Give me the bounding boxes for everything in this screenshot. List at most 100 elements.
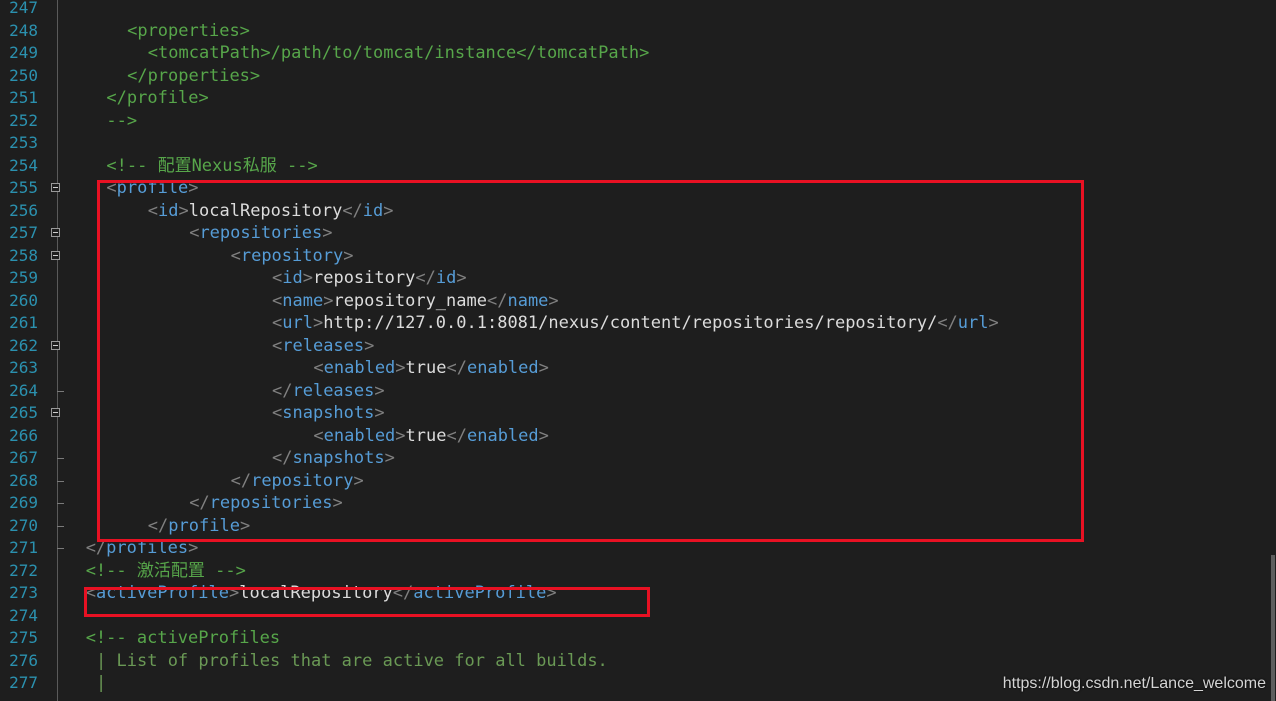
code-line[interactable]: 263 <enabled>true</enabled> — [0, 357, 1276, 380]
code-line[interactable]: 253 — [0, 132, 1276, 155]
code-text[interactable]: </profile> — [148, 515, 250, 538]
code-text[interactable]: <tomcatPath>/path/to/tomcat/instance</to… — [148, 42, 650, 65]
code-text[interactable]: <name>repository_name</name> — [272, 290, 559, 313]
code-text[interactable]: </profiles> — [86, 537, 199, 560]
code-token: <tomcatPath>/path/to/tomcat/instance</to… — [147, 43, 650, 63]
code-line[interactable]: 260 <name>repository_name</name> — [0, 290, 1276, 313]
code-token: > — [395, 358, 406, 378]
code-token: </ — [189, 493, 210, 513]
code-editor[interactable]: 247 248 <properties> 249 <tomcatPath>/path/t… — [0, 0, 1276, 701]
code-text[interactable]: <repository> — [231, 245, 354, 268]
code-token: repository — [251, 470, 354, 491]
code-token: snapshots — [282, 403, 375, 423]
code-line[interactable]: 276 | List of profiles that are active fo… — [0, 650, 1276, 673]
code-token: <!-- 配置Nexus私服 --> — [106, 155, 318, 176]
code-line[interactable]: 264 </releases> — [0, 380, 1276, 403]
code-token: <!-- activeProfiles — [85, 628, 281, 648]
code-text[interactable]: <url>http://127.0.0.1:8081/nexus/content… — [272, 312, 999, 335]
code-token: </ — [147, 515, 169, 536]
code-text[interactable]: <profile> — [106, 177, 198, 200]
code-token: name — [507, 290, 549, 311]
scrollbar-thumb[interactable] — [1271, 555, 1275, 701]
code-token: localRepository — [239, 583, 393, 603]
line-number: 260 — [9, 290, 38, 310]
code-line[interactable]: 265 <snapshots> — [0, 402, 1276, 425]
code-text[interactable]: <repositories> — [189, 222, 332, 245]
vertical-scrollbar[interactable] — [1270, 0, 1276, 701]
code-line[interactable]: 256 <id>localRepository</id> — [0, 200, 1276, 223]
line-number: 249 — [9, 43, 38, 62]
code-token: </ — [415, 268, 436, 288]
code-line[interactable]: 275 <!-- activeProfiles — [0, 627, 1276, 650]
code-text[interactable]: <id>localRepository</id> — [148, 200, 394, 223]
fold-collapse-icon[interactable] — [51, 408, 60, 417]
code-token: > — [538, 425, 549, 446]
code-line[interactable]: 254 <!-- 配置Nexus私服 --> — [0, 155, 1276, 178]
code-token: > — [456, 268, 467, 288]
line-number: 266 — [9, 425, 38, 445]
code-text[interactable]: <!-- 配置Nexus私服 --> — [106, 155, 317, 178]
code-text[interactable]: <enabled>true</enabled> — [313, 425, 549, 448]
code-line[interactable]: 258 <repository> — [0, 245, 1276, 268]
code-text[interactable]: <enabled>true</enabled> — [313, 357, 549, 380]
code-text[interactable]: </properties> — [127, 65, 260, 88]
code-token: < — [272, 335, 283, 356]
code-token: repository — [312, 268, 416, 288]
code-text[interactable]: </repositories> — [189, 492, 343, 515]
code-token: true — [405, 358, 447, 378]
line-number: 264 — [9, 380, 38, 400]
fold-collapse-icon[interactable] — [51, 228, 60, 237]
code-line[interactable]: 259 <id>repository</id> — [0, 267, 1276, 290]
code-line[interactable]: 268 </repository> — [0, 470, 1276, 493]
code-token: enabled — [323, 358, 396, 378]
code-line[interactable]: 252 --> — [0, 110, 1276, 133]
code-line[interactable]: 267 </snapshots> — [0, 447, 1276, 470]
code-token: </properties> — [127, 65, 261, 86]
code-token: > — [188, 538, 199, 558]
code-line[interactable]: 261 <url>http://127.0.0.1:8081/nexus/cont… — [0, 312, 1276, 335]
code-text[interactable]: <snapshots> — [272, 402, 385, 425]
code-text[interactable]: | List of profiles that are active for a… — [96, 650, 608, 673]
line-number: 252 — [9, 110, 38, 130]
fold-collapse-icon[interactable] — [51, 250, 60, 260]
code-line[interactable]: 271 </profiles> — [0, 537, 1276, 560]
code-token: releases — [292, 380, 375, 401]
code-line[interactable]: 270 </profile> — [0, 515, 1276, 538]
code-line[interactable]: 255 <profile> — [0, 177, 1276, 200]
code-line[interactable]: 247 — [0, 0, 1276, 20]
line-number: 267 — [9, 448, 38, 467]
code-text[interactable]: <!-- activeProfiles — [86, 627, 280, 650]
code-text[interactable]: | — [96, 672, 106, 695]
code-token: enabled — [466, 358, 539, 378]
code-line[interactable]: 272 <!-- 激活配置 --> — [0, 560, 1276, 583]
code-line[interactable]: 266 <enabled>true</enabled> — [0, 425, 1276, 448]
code-line[interactable]: 257 <repositories> — [0, 222, 1276, 245]
code-line[interactable]: 273 <activeProfile>localRepository</activ… — [0, 582, 1276, 605]
code-line[interactable]: 274 — [0, 605, 1276, 628]
code-line[interactable]: 269 </repositories> — [0, 492, 1276, 515]
line-number: 263 — [9, 358, 38, 377]
code-text[interactable]: <activeProfile>localRepository</activePr… — [86, 582, 557, 605]
code-token: < — [272, 313, 283, 333]
code-token: < — [272, 268, 283, 288]
code-line[interactable]: 262 <releases> — [0, 335, 1276, 358]
code-text[interactable]: </releases> — [272, 380, 385, 403]
code-line[interactable]: 251 </profile> — [0, 87, 1276, 110]
code-text[interactable]: <releases> — [272, 335, 374, 358]
code-token: | List of profiles that are active for a… — [96, 650, 608, 671]
code-line[interactable]: 248 <properties> — [0, 20, 1276, 43]
line-number: 276 — [9, 650, 38, 670]
code-token: > — [538, 358, 549, 378]
code-text[interactable]: </profile> — [106, 87, 208, 110]
fold-collapse-icon[interactable] — [51, 183, 60, 192]
code-text[interactable]: <properties> — [127, 20, 250, 43]
code-token: enabled — [323, 425, 396, 446]
code-line[interactable]: 250 </properties> — [0, 65, 1276, 88]
code-text[interactable]: </repository> — [231, 470, 364, 493]
fold-collapse-icon[interactable] — [51, 340, 60, 350]
code-text[interactable]: <!-- 激活配置 --> — [86, 560, 246, 583]
code-line[interactable]: 249 <tomcatPath>/path/to/tomcat/instance<… — [0, 42, 1276, 65]
code-text[interactable]: --> — [106, 110, 137, 133]
code-text[interactable]: <id>repository</id> — [272, 267, 467, 290]
code-text[interactable]: </snapshots> — [272, 447, 395, 470]
